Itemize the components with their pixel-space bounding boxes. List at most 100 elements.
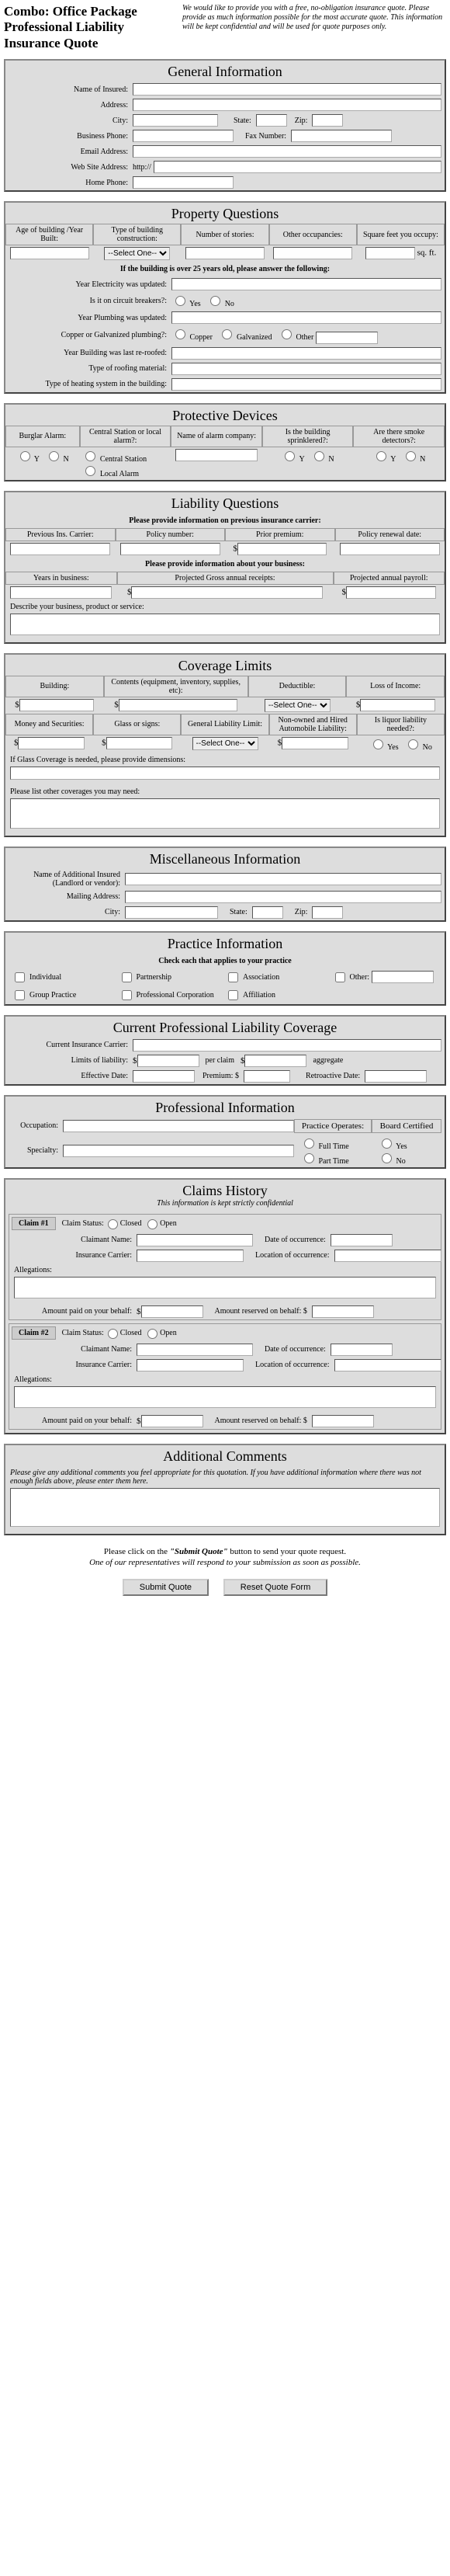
name-input[interactable] [133, 83, 441, 96]
c1-carrier-input[interactable] [137, 1250, 244, 1262]
misc-zip-input[interactable] [312, 906, 343, 919]
money-input[interactable] [18, 737, 85, 749]
alarm-la[interactable] [85, 466, 95, 476]
alarm-cs[interactable] [85, 451, 95, 461]
chk-partnership[interactable] [122, 972, 132, 982]
prior-premium-input[interactable] [237, 543, 327, 555]
additional-textarea[interactable] [10, 1488, 440, 1527]
sqft-input[interactable] [365, 247, 415, 259]
occupation-input[interactable] [63, 1120, 294, 1132]
ft-radio[interactable] [304, 1139, 314, 1149]
c1-open[interactable] [147, 1219, 158, 1229]
stories-input[interactable] [185, 247, 265, 259]
c1-paid-input[interactable] [141, 1305, 203, 1318]
limit-agg-input[interactable] [244, 1055, 306, 1067]
c1-closed[interactable] [108, 1219, 118, 1229]
elec-input[interactable] [171, 278, 441, 290]
state-input[interactable] [256, 114, 287, 127]
smoke-n[interactable] [406, 451, 416, 461]
payroll-input[interactable] [346, 586, 436, 599]
city-input[interactable] [133, 114, 218, 127]
roof-mat-input[interactable] [171, 363, 441, 375]
other-cov-textarea[interactable] [10, 798, 440, 829]
premium-input[interactable] [244, 1070, 290, 1083]
reset-button[interactable]: Reset Quote Form [223, 1579, 327, 1596]
plumb-other-input[interactable] [316, 332, 378, 344]
hphone-input[interactable] [133, 176, 234, 189]
web-input[interactable] [154, 161, 441, 173]
breaker-yes[interactable] [175, 296, 185, 306]
retro-date-input[interactable] [365, 1070, 427, 1083]
eff-date-input[interactable] [133, 1070, 195, 1083]
pt-radio[interactable] [304, 1153, 314, 1163]
limit-perclaim-input[interactable] [137, 1055, 199, 1067]
c2-paid-input[interactable] [141, 1415, 203, 1427]
misc-city-input[interactable] [125, 906, 218, 919]
roof-year-input[interactable] [171, 347, 441, 360]
burglar-y[interactable] [20, 451, 30, 461]
addl-insured-input[interactable] [125, 873, 441, 885]
c1-name-input[interactable] [137, 1234, 253, 1246]
renewal-date-input[interactable] [340, 543, 440, 555]
liquor-yes[interactable] [373, 739, 383, 749]
age-input[interactable] [10, 247, 89, 259]
chk-affiliation[interactable] [228, 990, 238, 1000]
sprinkler-n[interactable] [314, 451, 324, 461]
fax-input[interactable] [291, 130, 392, 142]
mailing-addr-input[interactable] [125, 891, 441, 903]
gl-limit-select[interactable]: --Select One-- [192, 737, 258, 750]
glass-input[interactable] [106, 737, 173, 749]
c2-doc-input[interactable] [331, 1344, 393, 1356]
years-biz-input[interactable] [10, 586, 111, 599]
c2-name-input[interactable] [137, 1344, 253, 1356]
c2-open[interactable] [147, 1329, 158, 1339]
c1-alleg-textarea[interactable] [14, 1277, 436, 1298]
liquor-no[interactable] [408, 739, 418, 749]
building-input[interactable] [19, 699, 94, 711]
c1-doc-input[interactable] [331, 1234, 393, 1246]
prev-carrier-input[interactable] [10, 543, 110, 555]
chk-individual[interactable] [15, 972, 25, 982]
policy-num-input[interactable] [120, 543, 220, 555]
contents-input[interactable] [119, 699, 238, 711]
alarm-company-input[interactable] [175, 449, 258, 461]
business-desc-textarea[interactable] [10, 614, 440, 635]
plumb-galv[interactable] [222, 329, 232, 339]
breaker-no[interactable] [210, 296, 220, 306]
plumb-copper[interactable] [175, 329, 185, 339]
construction-select[interactable]: --Select One-- [104, 247, 170, 260]
email-input[interactable] [133, 145, 441, 158]
board-no[interactable] [382, 1153, 392, 1163]
c2-carrier-input[interactable] [137, 1359, 244, 1371]
plumb-other[interactable] [282, 329, 292, 339]
c2-alleg-textarea[interactable] [14, 1386, 436, 1408]
c1-loc-input[interactable] [334, 1250, 441, 1262]
specialty-input[interactable] [63, 1145, 294, 1157]
deductible-select[interactable]: --Select One-- [265, 699, 331, 712]
practice-other-input[interactable] [372, 971, 434, 983]
chk-association[interactable] [228, 972, 238, 982]
auto-liab-input[interactable] [282, 737, 348, 749]
burglar-n[interactable] [49, 451, 59, 461]
sprinkler-y[interactable] [285, 451, 295, 461]
chk-profcorp[interactable] [122, 990, 132, 1000]
loss-income-input[interactable] [360, 699, 434, 711]
occupancies-input[interactable] [273, 247, 352, 259]
c2-closed[interactable] [108, 1329, 118, 1339]
misc-state-input[interactable] [252, 906, 283, 919]
glass-dim-textarea[interactable] [10, 767, 440, 780]
plumb-input[interactable] [171, 311, 441, 324]
board-yes[interactable] [382, 1139, 392, 1149]
heating-input[interactable] [171, 378, 441, 391]
address-input[interactable] [133, 99, 441, 111]
c1-reserved-input[interactable] [312, 1305, 374, 1318]
bphone-input[interactable] [133, 130, 234, 142]
c2-reserved-input[interactable] [312, 1415, 374, 1427]
submit-button[interactable]: Submit Quote [123, 1579, 209, 1596]
smoke-y[interactable] [376, 451, 386, 461]
chk-other[interactable] [335, 972, 345, 982]
c2-loc-input[interactable] [334, 1359, 441, 1371]
curr-carrier-input[interactable] [133, 1039, 441, 1052]
gross-receipts-input[interactable] [131, 586, 323, 599]
chk-group[interactable] [15, 990, 25, 1000]
